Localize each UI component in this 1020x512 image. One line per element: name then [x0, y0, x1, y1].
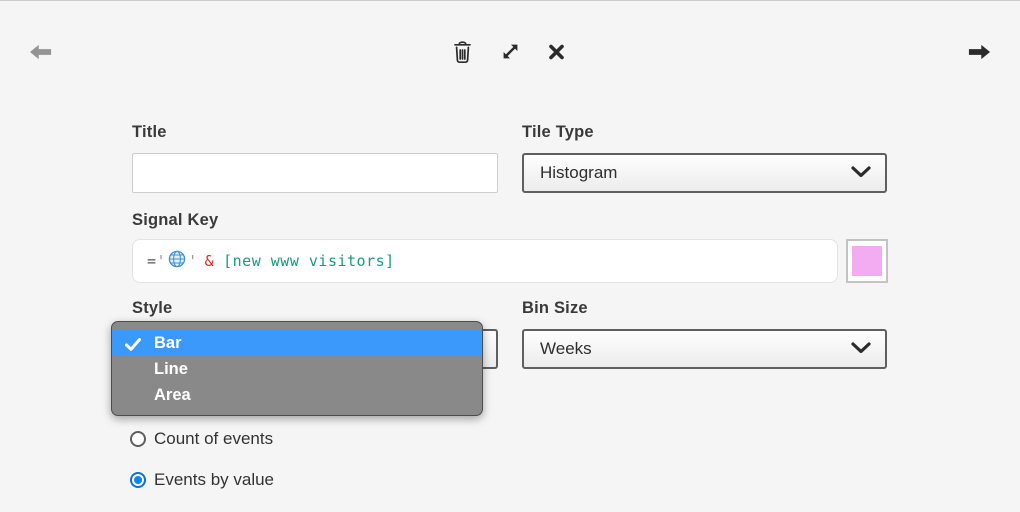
signal-open-quote: ' [157, 252, 167, 270]
color-swatch [852, 246, 882, 276]
signal-equals: = [147, 252, 157, 270]
signal-ampersand: & [198, 252, 224, 270]
back-arrow-icon [30, 49, 52, 64]
signal-reference: [new www visitors] [223, 252, 395, 270]
style-option-area[interactable]: Area [112, 382, 482, 408]
style-label: Style [132, 299, 172, 318]
radio-events-by-value[interactable]: Events by value [130, 470, 274, 490]
back-arrow-button[interactable] [30, 43, 52, 61]
chevron-down-icon [851, 163, 871, 183]
color-swatch-button[interactable] [846, 239, 888, 283]
close-icon [548, 48, 565, 63]
style-option-line[interactable]: Line [112, 356, 482, 382]
expand-tile-button[interactable] [500, 41, 521, 62]
radio-label: Events by value [154, 470, 274, 490]
expand-icon [500, 50, 521, 65]
tile-type-value: Histogram [540, 163, 617, 183]
tile-type-select[interactable]: Histogram [522, 153, 887, 193]
tile-type-label: Tile Type [522, 123, 594, 142]
bin-size-value: Weeks [540, 339, 592, 359]
bin-size-select[interactable]: Weeks [522, 329, 887, 369]
signal-key-input[interactable]: =''&[new www visitors] [132, 239, 838, 283]
globe-icon [168, 250, 186, 272]
delete-tile-button[interactable] [452, 40, 473, 64]
checkmark-icon [125, 337, 141, 356]
signal-close-quote: ' [188, 252, 198, 270]
style-option-label: Area [154, 386, 191, 405]
close-editor-button[interactable] [548, 44, 565, 60]
style-option-bar[interactable]: Bar [112, 330, 482, 356]
style-dropdown-menu: Bar Line Area [111, 321, 483, 416]
trash-icon [452, 52, 473, 67]
radio-unchecked-icon[interactable] [130, 431, 146, 447]
radio-checked-icon[interactable] [130, 472, 146, 488]
signal-key-label: Signal Key [132, 211, 218, 230]
style-option-label: Bar [154, 334, 182, 353]
title-label: Title [132, 123, 167, 142]
title-input[interactable] [132, 153, 498, 193]
forward-arrow-icon [968, 49, 990, 64]
radio-count-of-events[interactable]: Count of events [130, 429, 273, 449]
tile-config-panel: Title Tile Type Histogram Signal Key =''… [0, 0, 1020, 512]
forward-arrow-button[interactable] [968, 43, 990, 61]
style-option-label: Line [154, 360, 188, 379]
bin-size-label: Bin Size [522, 299, 588, 318]
chevron-down-icon [851, 339, 871, 359]
radio-label: Count of events [154, 429, 273, 449]
